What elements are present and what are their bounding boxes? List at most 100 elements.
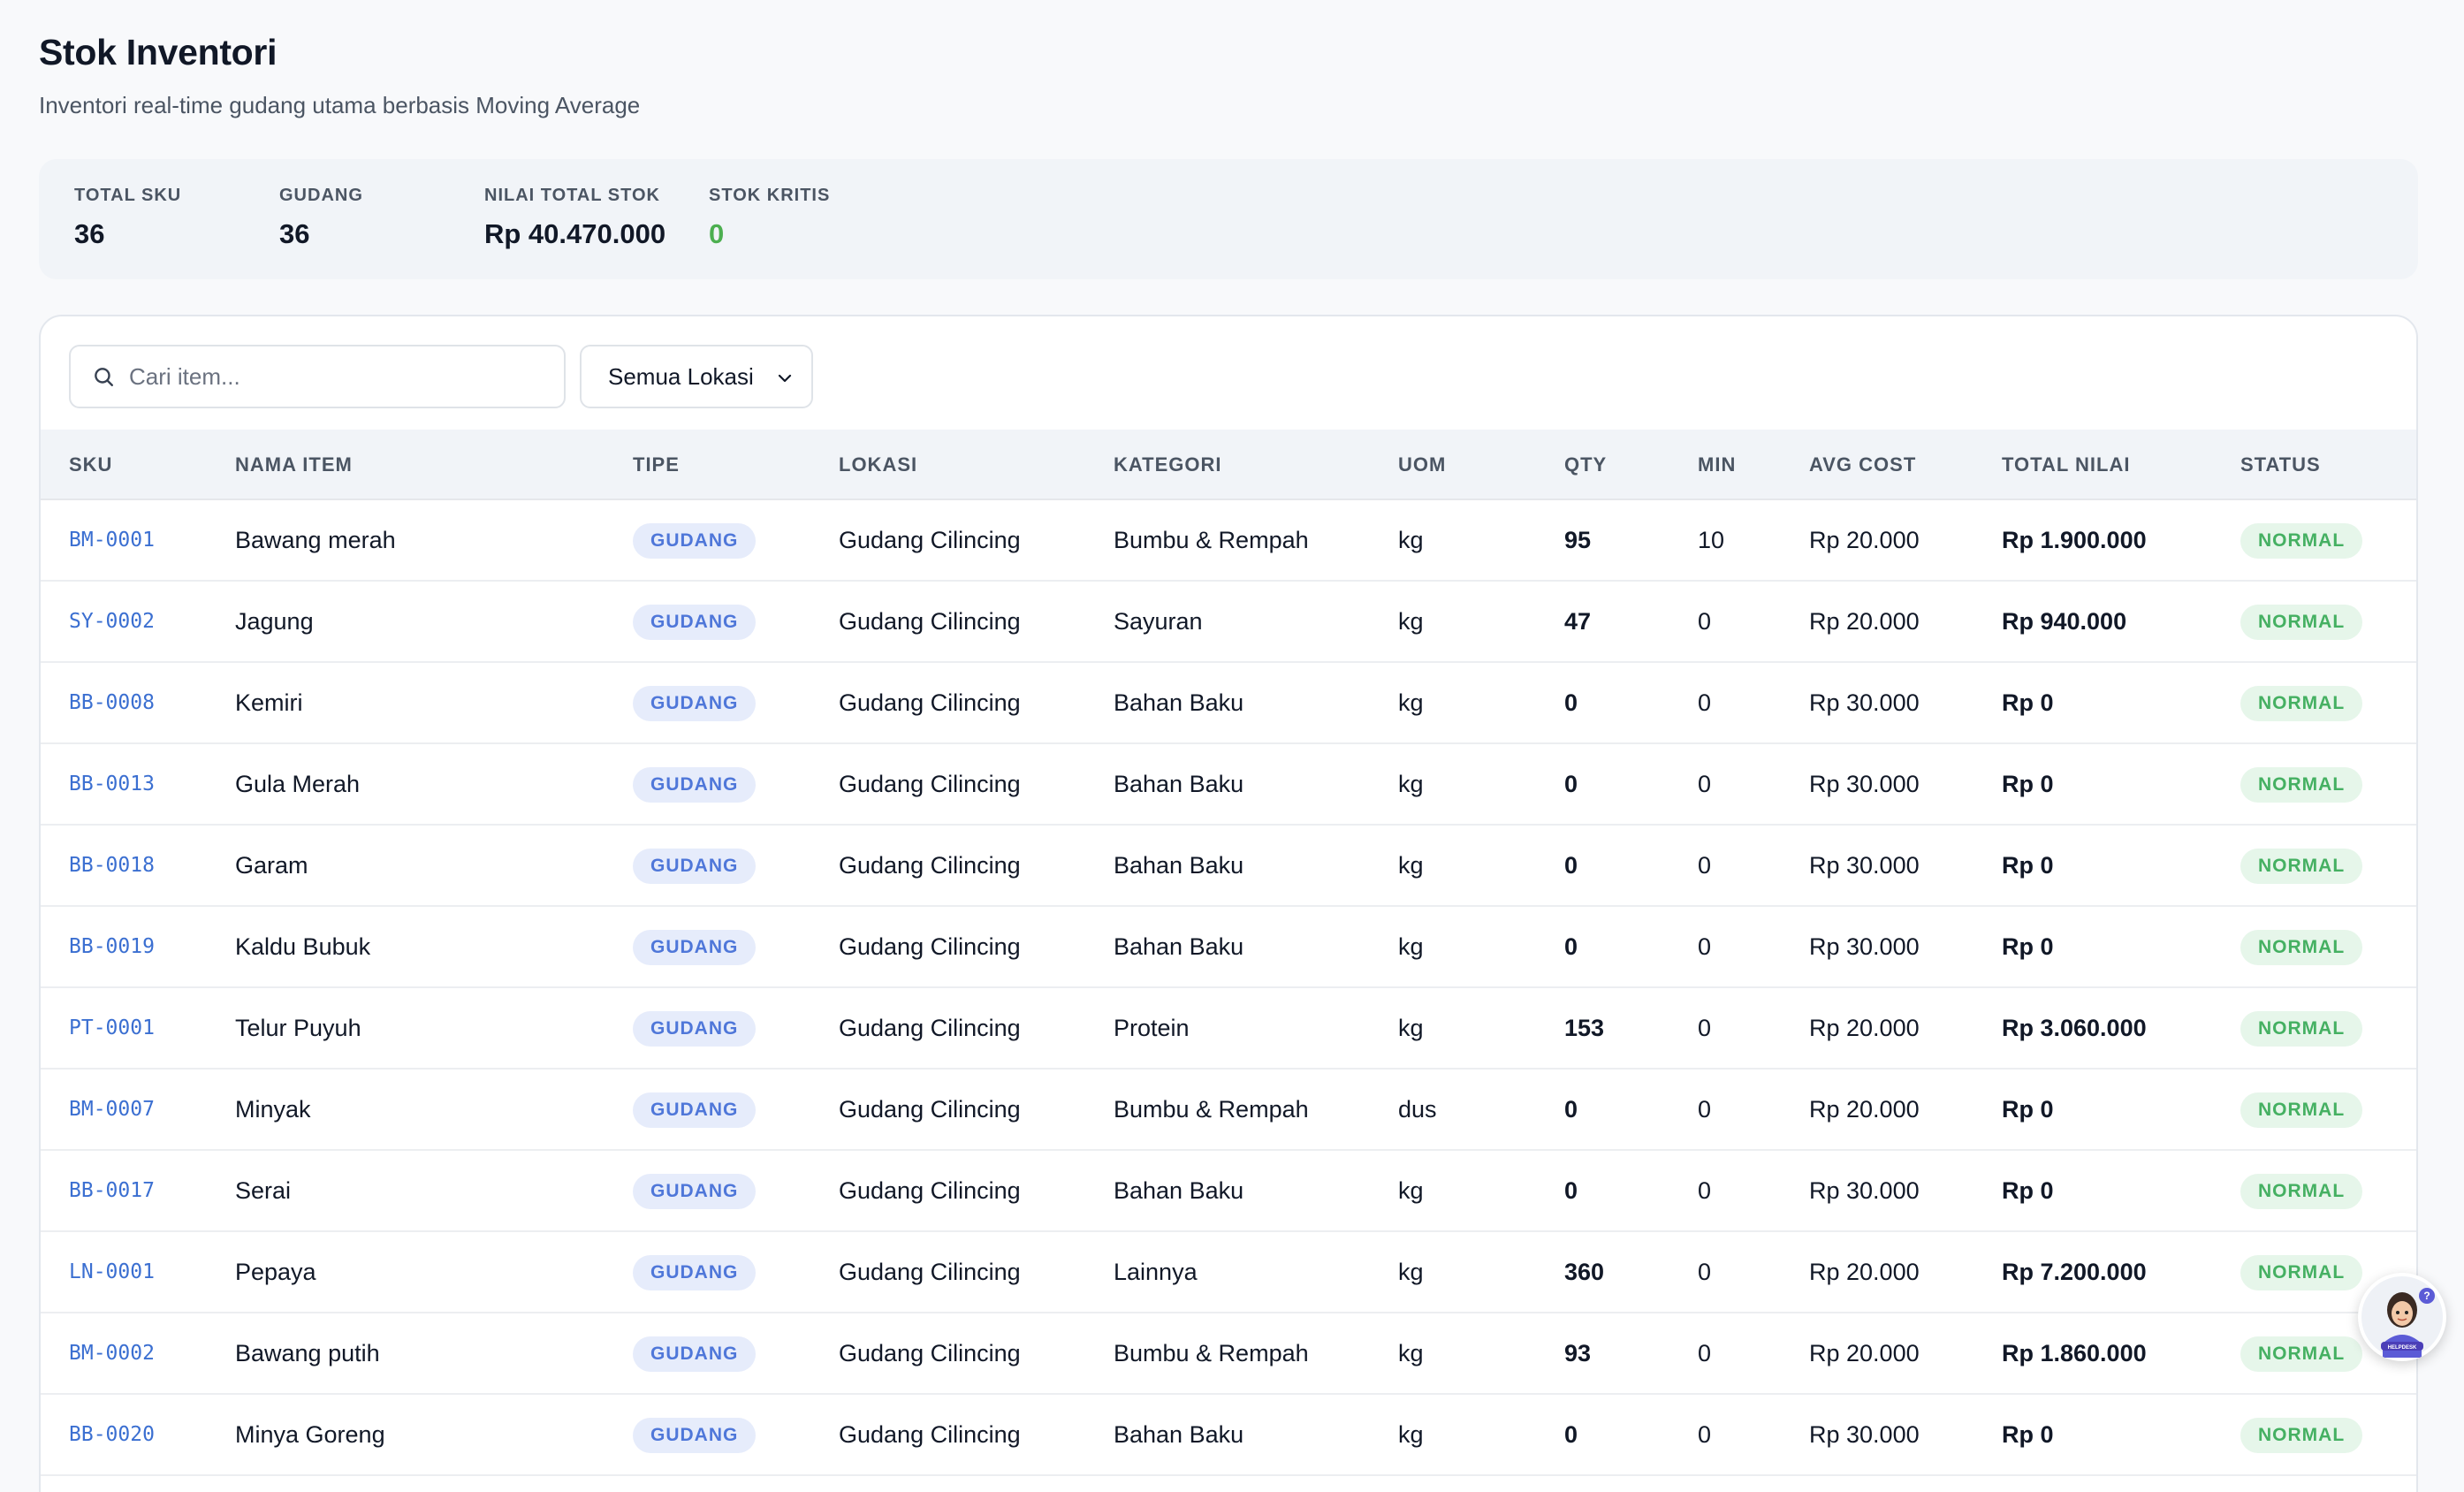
table-body: BM-0001 Bawang merah GUDANG Gudang Cilincin…	[41, 500, 2416, 1476]
table-row[interactable]: BB-0008 Kemiri GUDANG Gudang Cilincing Bahan…	[41, 663, 2416, 744]
location-cell: Gudang Cilincing	[839, 1096, 1021, 1123]
min-cell: 0	[1698, 1421, 1712, 1448]
item-name: Serai	[235, 1177, 292, 1204]
type-badge: GUDANG	[633, 767, 757, 803]
search-input[interactable]: Cari item...	[69, 345, 566, 408]
table-row[interactable]: PT-0001 Telur Puyuh GUDANG Gudang Cilincing…	[41, 988, 2416, 1070]
category-cell: Sayuran	[1114, 608, 1203, 635]
helpdesk-button[interactable]: HELPDESK ?	[2358, 1273, 2446, 1361]
location-cell: Gudang Cilincing	[839, 608, 1021, 635]
column-header-tipe[interactable]: TIPE	[633, 430, 680, 500]
avg-cost-cell: Rp 20.000	[1809, 1340, 1920, 1366]
table-row[interactable]: BM-0001 Bawang merah GUDANG Gudang Cilincin…	[41, 500, 2416, 582]
sku-link[interactable]: BM-0007	[69, 1070, 155, 1149]
min-cell: 0	[1698, 771, 1712, 797]
uom-cell: kg	[1398, 852, 1424, 879]
column-header-kategori[interactable]: KATEGORI	[1114, 430, 1221, 500]
qty-cell: 0	[1564, 689, 1578, 716]
sku-link[interactable]: BB-0020	[69, 1395, 155, 1474]
status-badge: NORMAL	[2240, 686, 2363, 721]
stat-label: TOTAL SKU	[74, 186, 182, 205]
item-name: Minyak	[235, 1096, 311, 1123]
location-cell: Gudang Cilincing	[839, 1015, 1021, 1041]
sku-link[interactable]: BB-0018	[69, 826, 155, 905]
table-header: SKU NAMA ITEM TIPE LOKASI KATEGORI UOM Q…	[41, 430, 2416, 500]
min-cell: 10	[1698, 527, 1725, 553]
location-cell: Gudang Cilincing	[839, 771, 1021, 797]
status-badge: NORMAL	[2240, 1174, 2363, 1209]
item-name: Bawang merah	[235, 527, 396, 553]
column-header-qty[interactable]: QTY	[1564, 430, 1607, 500]
min-cell: 0	[1698, 852, 1712, 879]
location-cell: Gudang Cilincing	[839, 933, 1021, 960]
category-cell: Bahan Baku	[1114, 689, 1244, 716]
stat-stok-kritis: STOK KRITIS 0	[709, 186, 830, 250]
type-badge: GUDANG	[633, 605, 757, 640]
table-row[interactable]: BB-0019 Kaldu Bubuk GUDANG Gudang Cilincing…	[41, 907, 2416, 988]
uom-cell: kg	[1398, 1015, 1424, 1041]
column-header-lokasi[interactable]: LOKASI	[839, 430, 917, 500]
table-row[interactable]: BB-0020 Minya Goreng GUDANG Gudang Cilincin…	[41, 1395, 2416, 1476]
helpdesk-badge: ?	[2423, 1290, 2430, 1302]
item-name: Garam	[235, 852, 308, 879]
stat-value: 0	[709, 218, 725, 249]
status-badge: NORMAL	[2240, 605, 2363, 640]
sku-link[interactable]: BB-0017	[69, 1151, 155, 1230]
location-cell: Gudang Cilincing	[839, 1259, 1021, 1285]
type-badge: GUDANG	[633, 1174, 757, 1209]
category-cell: Protein	[1114, 1015, 1190, 1041]
column-header-status[interactable]: STATUS	[2240, 430, 2321, 500]
sku-link[interactable]: BB-0008	[69, 663, 155, 742]
min-cell: 0	[1698, 1015, 1712, 1041]
sku-link[interactable]: BB-0019	[69, 907, 155, 986]
sku-link[interactable]: BM-0002	[69, 1313, 155, 1393]
stat-label: NILAI TOTAL STOK	[484, 186, 660, 205]
qty-cell: 0	[1564, 933, 1578, 960]
avg-cost-cell: Rp 20.000	[1809, 1096, 1920, 1123]
category-cell: Bahan Baku	[1114, 1421, 1244, 1448]
table-row[interactable]: BB-0018 Garam GUDANG Gudang Cilincing Bahan …	[41, 826, 2416, 907]
status-badge: NORMAL	[2240, 849, 2363, 884]
item-name: Jagung	[235, 608, 314, 635]
min-cell: 0	[1698, 608, 1712, 635]
qty-cell: 0	[1564, 1177, 1578, 1204]
uom-cell: kg	[1398, 689, 1424, 716]
column-header-total-nilai[interactable]: TOTAL NILAI	[2002, 430, 2130, 500]
sku-link[interactable]: BM-0001	[69, 500, 155, 580]
location-select[interactable]: Semua Lokasi	[580, 345, 813, 408]
qty-cell: 93	[1564, 1340, 1592, 1366]
column-header-avg-cost[interactable]: AVG COST	[1809, 430, 1916, 500]
status-badge: NORMAL	[2240, 767, 2363, 803]
type-badge: GUDANG	[633, 686, 757, 721]
qty-cell: 0	[1564, 771, 1578, 797]
sku-link[interactable]: BB-0013	[69, 744, 155, 824]
location-select-value: Semua Lokasi	[608, 362, 754, 390]
table-row[interactable]: BB-0017 Serai GUDANG Gudang Cilincing Bahan …	[41, 1151, 2416, 1232]
table-row[interactable]: BM-0007 Minyak GUDANG Gudang Cilincing Bumbu…	[41, 1070, 2416, 1151]
avg-cost-cell: Rp 20.000	[1809, 1015, 1920, 1041]
column-header-min[interactable]: MIN	[1698, 430, 1736, 500]
sku-link[interactable]: SY-0002	[69, 582, 155, 661]
total-value-cell: Rp 0	[2002, 689, 2054, 716]
sku-link[interactable]: PT-0001	[69, 988, 155, 1068]
column-header-nama-item[interactable]: NAMA ITEM	[235, 430, 353, 500]
category-cell: Bumbu & Rempah	[1114, 1340, 1309, 1366]
category-cell: Bumbu & Rempah	[1114, 527, 1309, 553]
item-name: Gula Merah	[235, 771, 361, 797]
table-row[interactable]: BM-0002 Bawang putih GUDANG Gudang Cilincin…	[41, 1313, 2416, 1395]
search-placeholder: Cari item...	[129, 362, 240, 390]
uom-cell: kg	[1398, 1340, 1424, 1366]
uom-cell: kg	[1398, 771, 1424, 797]
table-row[interactable]: SY-0002 Jagung GUDANG Gudang Cilincing Sayur…	[41, 582, 2416, 663]
table-row[interactable]: BB-0013 Gula Merah GUDANG Gudang Cilincing B…	[41, 744, 2416, 826]
location-cell: Gudang Cilincing	[839, 527, 1021, 553]
location-cell: Gudang Cilincing	[839, 689, 1021, 716]
column-header-uom[interactable]: UOM	[1398, 430, 1446, 500]
total-value-cell: Rp 0	[2002, 1421, 2054, 1448]
uom-cell: kg	[1398, 1259, 1424, 1285]
type-badge: GUDANG	[633, 1255, 757, 1290]
table-row[interactable]: LN-0001 Pepaya GUDANG Gudang Cilincing Lainn…	[41, 1232, 2416, 1313]
category-cell: Lainnya	[1114, 1259, 1198, 1285]
column-header-sku[interactable]: SKU	[69, 430, 112, 500]
sku-link[interactable]: LN-0001	[69, 1232, 155, 1312]
